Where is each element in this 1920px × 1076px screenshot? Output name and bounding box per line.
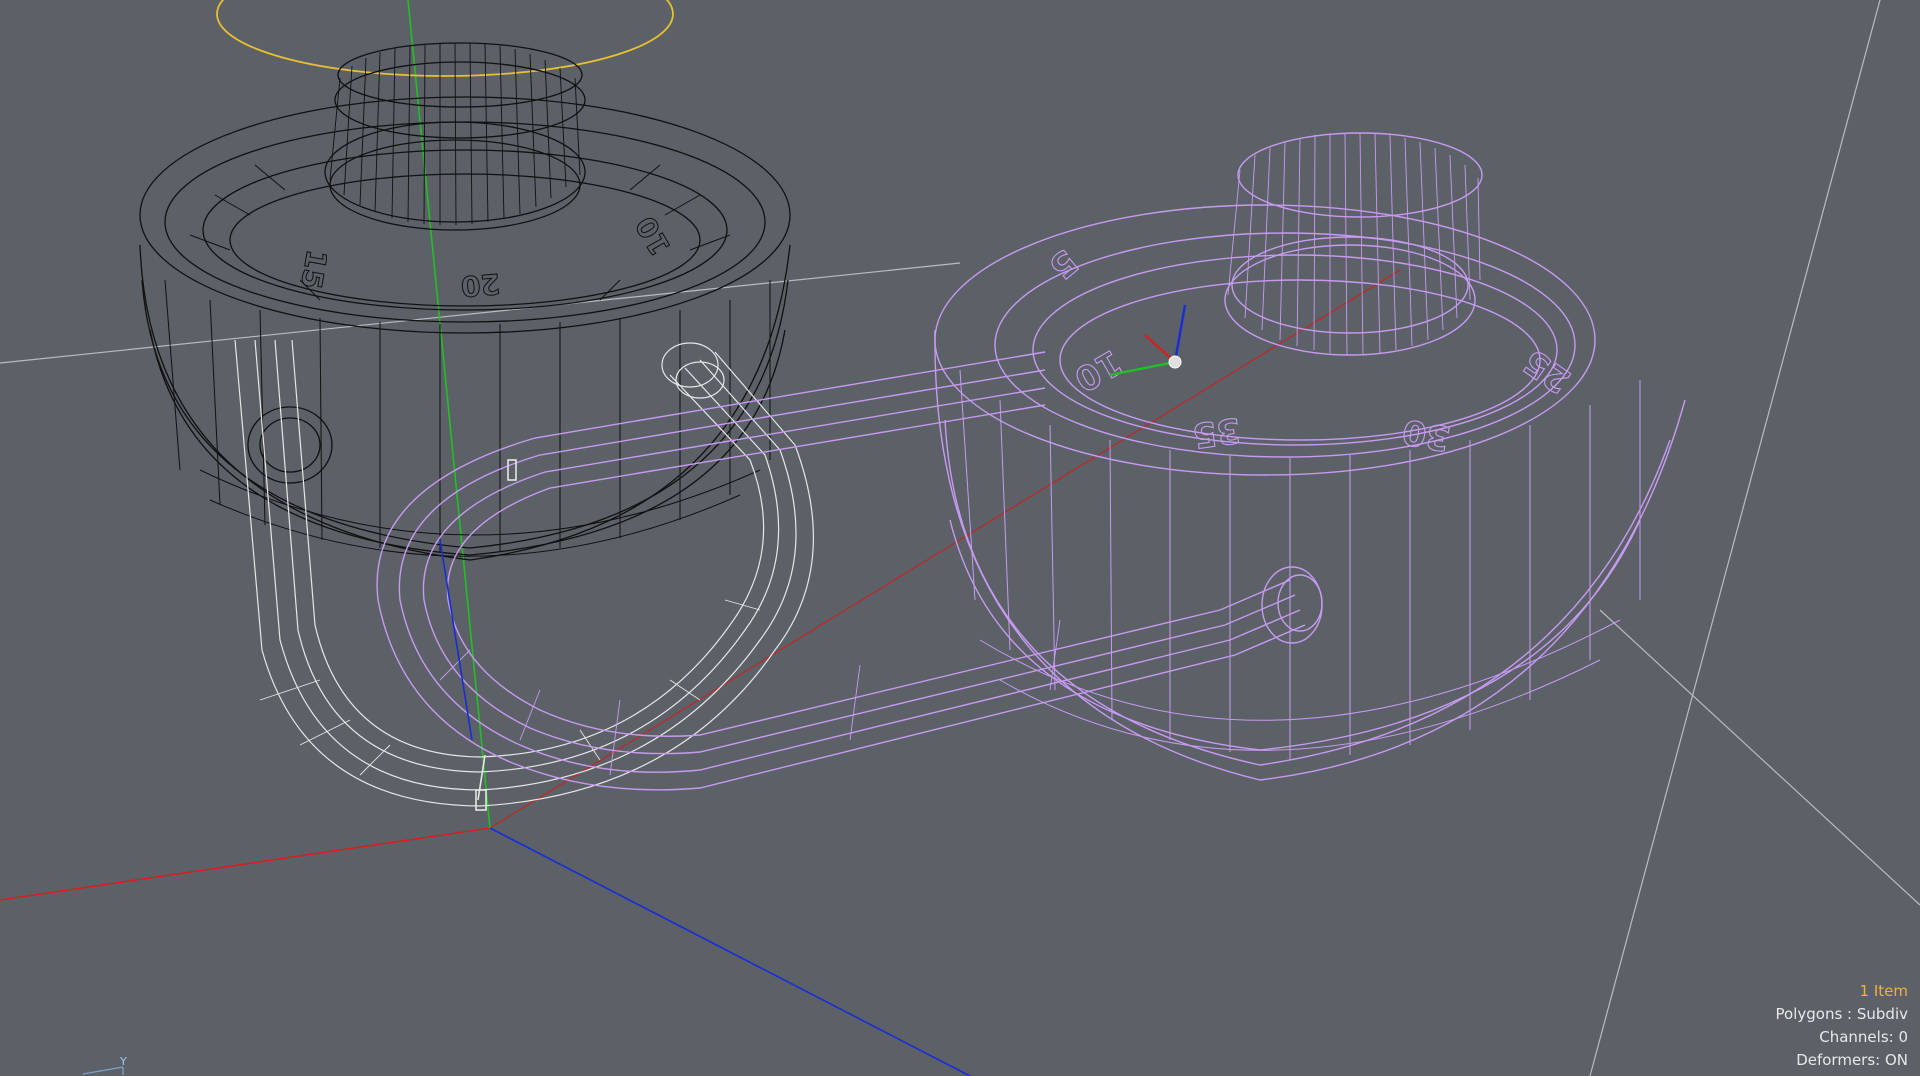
padlock-selected-wireframe[interactable] xyxy=(376,132,1686,791)
world-axes xyxy=(0,0,1401,1076)
dial-number: 15 xyxy=(294,247,333,291)
dial-number: 35 xyxy=(1190,409,1242,455)
x-axis-line-far xyxy=(489,269,1401,829)
z-axis-line xyxy=(489,827,971,1076)
rotation-handle-circle[interactable] xyxy=(216,0,674,77)
viewport-info-overlay: 1 Item Polygons : Subdiv Channels: 0 Def… xyxy=(1776,980,1908,1072)
deformers-status: Deformers: ON xyxy=(1796,1051,1908,1069)
dial-number: 30 xyxy=(1400,411,1454,459)
dial-numbers: 35 30 25 5 10 xyxy=(1041,240,1579,459)
polygons-mode: Polygons : Subdiv xyxy=(1775,1005,1908,1023)
selection-count: 1 Item xyxy=(1859,982,1908,1000)
3d-viewport[interactable]: 35 30 25 5 10 15 20 10 Y 1 Item Polygons… xyxy=(0,0,1920,1076)
dial-number: 10 xyxy=(1068,341,1129,399)
axis-label-y: Y xyxy=(119,1055,127,1068)
channels-count: Channels: 0 xyxy=(1819,1028,1908,1046)
dial-number: 10 xyxy=(629,211,677,261)
shackle-original-wireframe[interactable] xyxy=(234,339,814,807)
viewport-scene[interactable]: 35 30 25 5 10 15 20 10 xyxy=(0,0,1920,1076)
gizmo-pivot xyxy=(1168,355,1182,369)
dial-number: 20 xyxy=(460,267,502,303)
gizmo-y-axis xyxy=(1173,304,1187,363)
x-axis-line xyxy=(0,827,491,901)
view-axis-indicator: Y xyxy=(82,1055,127,1075)
